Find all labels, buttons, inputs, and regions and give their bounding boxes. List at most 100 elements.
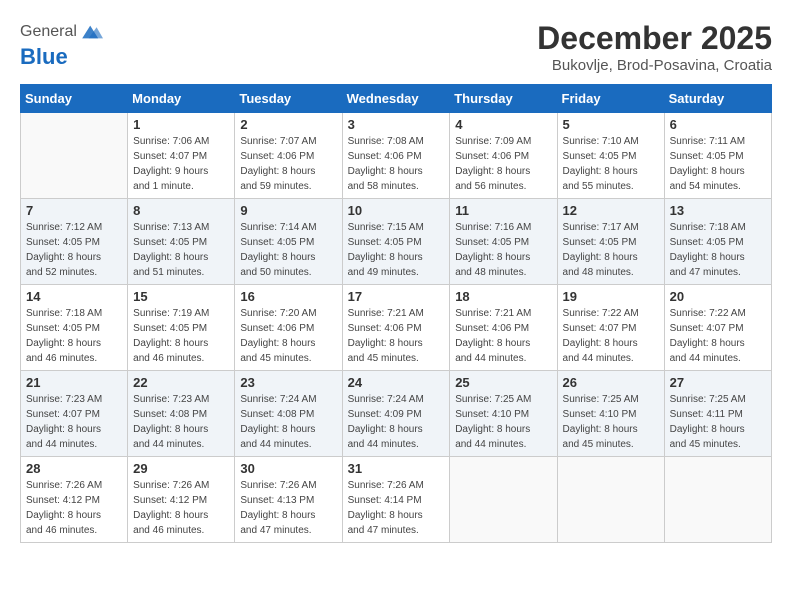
logo-icon	[79, 20, 103, 44]
calendar-day-cell	[664, 457, 771, 543]
day-number: 23	[240, 375, 336, 390]
weekday-thursday: Thursday	[450, 85, 557, 113]
day-info: Sunrise: 7:17 AM Sunset: 4:05 PM Dayligh…	[563, 220, 659, 280]
day-number: 9	[240, 203, 336, 218]
calendar-day-cell: 23 Sunrise: 7:24 AM Sunset: 4:08 PM Dayli…	[235, 371, 342, 457]
day-number: 22	[133, 375, 229, 390]
calendar-day-cell: 4 Sunrise: 7:09 AM Sunset: 4:06 PM Daylig…	[450, 113, 557, 199]
calendar-day-cell: 16 Sunrise: 7:20 AM Sunset: 4:06 PM Dayli…	[235, 285, 342, 371]
calendar-day-cell: 11Sunrise: 7:16 AM Sunset: 4:05 PM Dayli…	[450, 199, 557, 285]
day-number: 19	[563, 289, 659, 304]
day-info: Sunrise: 7:14 AM Sunset: 4:05 PM Dayligh…	[240, 220, 336, 280]
day-number: 25	[455, 375, 551, 390]
day-number: 17	[348, 289, 445, 304]
day-info: Sunrise: 7:26 AM Sunset: 4:13 PM Dayligh…	[240, 478, 336, 538]
day-info: Sunrise: 7:16 AM Sunset: 4:05 PM Dayligh…	[455, 220, 551, 280]
day-info: Sunrise: 7:25 AM Sunset: 4:10 PM Dayligh…	[563, 392, 659, 452]
day-info: Sunrise: 7:18 AM Sunset: 4:05 PM Dayligh…	[670, 220, 766, 280]
day-number: 28	[26, 461, 122, 476]
calendar-day-cell	[557, 457, 664, 543]
day-info: Sunrise: 7:24 AM Sunset: 4:08 PM Dayligh…	[240, 392, 336, 452]
day-number: 12	[563, 203, 659, 218]
day-number: 18	[455, 289, 551, 304]
logo-blue: Blue	[20, 44, 68, 69]
day-number: 24	[348, 375, 445, 390]
calendar-day-cell: 25 Sunrise: 7:25 AM Sunset: 4:10 PM Dayli…	[450, 371, 557, 457]
weekday-sunday: Sunday	[21, 85, 128, 113]
calendar-day-cell: 20Sunrise: 7:22 AM Sunset: 4:07 PM Dayli…	[664, 285, 771, 371]
calendar-day-cell: 30 Sunrise: 7:26 AM Sunset: 4:13 PM Dayli…	[235, 457, 342, 543]
weekday-header-row: SundayMondayTuesdayWednesdayThursdayFrid…	[21, 85, 772, 113]
day-info: Sunrise: 7:10 AM Sunset: 4:05 PM Dayligh…	[563, 134, 659, 194]
calendar-day-cell: 6Sunrise: 7:11 AM Sunset: 4:05 PM Daylig…	[664, 113, 771, 199]
day-info: Sunrise: 7:23 AM Sunset: 4:08 PM Dayligh…	[133, 392, 229, 452]
day-info: Sunrise: 7:25 AM Sunset: 4:11 PM Dayligh…	[670, 392, 766, 452]
calendar-week-row: 7Sunrise: 7:12 AM Sunset: 4:05 PM Daylig…	[21, 199, 772, 285]
calendar-day-cell: 31Sunrise: 7:26 AM Sunset: 4:14 PM Dayli…	[342, 457, 450, 543]
day-number: 3	[348, 117, 445, 132]
day-info: Sunrise: 7:21 AM Sunset: 4:06 PM Dayligh…	[348, 306, 445, 366]
day-number: 7	[26, 203, 122, 218]
calendar-day-cell: 22 Sunrise: 7:23 AM Sunset: 4:08 PM Dayli…	[128, 371, 235, 457]
day-number: 5	[563, 117, 659, 132]
calendar-day-cell: 18Sunrise: 7:21 AM Sunset: 4:06 PM Dayli…	[450, 285, 557, 371]
weekday-saturday: Saturday	[664, 85, 771, 113]
weekday-monday: Monday	[128, 85, 235, 113]
calendar-week-row: 28 Sunrise: 7:26 AM Sunset: 4:12 PM Dayli…	[21, 457, 772, 543]
day-number: 13	[670, 203, 766, 218]
calendar-day-cell: 9 Sunrise: 7:14 AM Sunset: 4:05 PM Daylig…	[235, 199, 342, 285]
calendar-day-cell: 3 Sunrise: 7:08 AM Sunset: 4:06 PM Daylig…	[342, 113, 450, 199]
day-info: Sunrise: 7:08 AM Sunset: 4:06 PM Dayligh…	[348, 134, 445, 194]
day-number: 30	[240, 461, 336, 476]
day-number: 21	[26, 375, 122, 390]
month-title: December 2025	[537, 20, 772, 57]
day-number: 16	[240, 289, 336, 304]
calendar-week-row: 21Sunrise: 7:23 AM Sunset: 4:07 PM Dayli…	[21, 371, 772, 457]
day-info: Sunrise: 7:22 AM Sunset: 4:07 PM Dayligh…	[563, 306, 659, 366]
day-number: 15	[133, 289, 229, 304]
day-number: 2	[240, 117, 336, 132]
calendar-week-row: 14Sunrise: 7:18 AM Sunset: 4:05 PM Dayli…	[21, 285, 772, 371]
calendar-day-cell: 17 Sunrise: 7:21 AM Sunset: 4:06 PM Dayli…	[342, 285, 450, 371]
page-header: General Blue December 2025 Bukovlje, Bro…	[20, 20, 772, 74]
day-number: 27	[670, 375, 766, 390]
day-info: Sunrise: 7:20 AM Sunset: 4:06 PM Dayligh…	[240, 306, 336, 366]
calendar-day-cell: 28 Sunrise: 7:26 AM Sunset: 4:12 PM Dayli…	[21, 457, 128, 543]
logo-general: General	[20, 23, 77, 41]
calendar-day-cell: 2 Sunrise: 7:07 AM Sunset: 4:06 PM Daylig…	[235, 113, 342, 199]
calendar-day-cell: 13 Sunrise: 7:18 AM Sunset: 4:05 PM Dayli…	[664, 199, 771, 285]
location-title: Bukovlje, Brod-Posavina, Croatia	[537, 57, 772, 74]
day-info: Sunrise: 7:07 AM Sunset: 4:06 PM Dayligh…	[240, 134, 336, 194]
day-info: Sunrise: 7:22 AM Sunset: 4:07 PM Dayligh…	[670, 306, 766, 366]
calendar-day-cell	[450, 457, 557, 543]
calendar-day-cell: 14Sunrise: 7:18 AM Sunset: 4:05 PM Dayli…	[21, 285, 128, 371]
day-number: 26	[563, 375, 659, 390]
calendar-week-row: 1Sunrise: 7:06 AM Sunset: 4:07 PM Daylig…	[21, 113, 772, 199]
day-number: 29	[133, 461, 229, 476]
day-info: Sunrise: 7:19 AM Sunset: 4:05 PM Dayligh…	[133, 306, 229, 366]
calendar-day-cell: 8Sunrise: 7:13 AM Sunset: 4:05 PM Daylig…	[128, 199, 235, 285]
calendar-day-cell: 24 Sunrise: 7:24 AM Sunset: 4:09 PM Dayli…	[342, 371, 450, 457]
day-info: Sunrise: 7:15 AM Sunset: 4:05 PM Dayligh…	[348, 220, 445, 280]
calendar-day-cell: 15 Sunrise: 7:19 AM Sunset: 4:05 PM Dayli…	[128, 285, 235, 371]
calendar-day-cell: 1Sunrise: 7:06 AM Sunset: 4:07 PM Daylig…	[128, 113, 235, 199]
day-info: Sunrise: 7:06 AM Sunset: 4:07 PM Dayligh…	[133, 134, 229, 194]
calendar-day-cell: 27 Sunrise: 7:25 AM Sunset: 4:11 PM Dayli…	[664, 371, 771, 457]
calendar-day-cell: 29Sunrise: 7:26 AM Sunset: 4:12 PM Dayli…	[128, 457, 235, 543]
weekday-tuesday: Tuesday	[235, 85, 342, 113]
day-info: Sunrise: 7:24 AM Sunset: 4:09 PM Dayligh…	[348, 392, 445, 452]
calendar-day-cell: 26 Sunrise: 7:25 AM Sunset: 4:10 PM Dayli…	[557, 371, 664, 457]
day-info: Sunrise: 7:26 AM Sunset: 4:12 PM Dayligh…	[26, 478, 122, 538]
day-number: 4	[455, 117, 551, 132]
day-info: Sunrise: 7:11 AM Sunset: 4:05 PM Dayligh…	[670, 134, 766, 194]
calendar-day-cell: 5 Sunrise: 7:10 AM Sunset: 4:05 PM Daylig…	[557, 113, 664, 199]
day-number: 10	[348, 203, 445, 218]
calendar-day-cell: 21Sunrise: 7:23 AM Sunset: 4:07 PM Dayli…	[21, 371, 128, 457]
calendar-day-cell: 10 Sunrise: 7:15 AM Sunset: 4:05 PM Dayli…	[342, 199, 450, 285]
title-block: December 2025 Bukovlje, Brod-Posavina, C…	[537, 20, 772, 74]
day-info: Sunrise: 7:25 AM Sunset: 4:10 PM Dayligh…	[455, 392, 551, 452]
calendar-day-cell: 19 Sunrise: 7:22 AM Sunset: 4:07 PM Dayli…	[557, 285, 664, 371]
day-info: Sunrise: 7:09 AM Sunset: 4:06 PM Dayligh…	[455, 134, 551, 194]
calendar-day-cell	[21, 113, 128, 199]
day-number: 8	[133, 203, 229, 218]
